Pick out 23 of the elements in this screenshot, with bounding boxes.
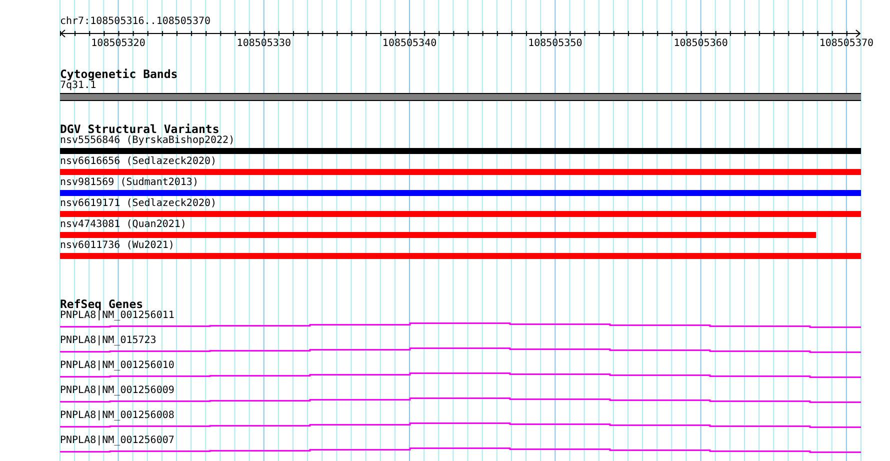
band-label: 7q31.1: [60, 80, 96, 91]
tick-label: 108505370: [819, 38, 874, 49]
tick-label: 108505330: [236, 38, 291, 49]
gene-label: PNPLA8|NM_015723: [60, 335, 156, 346]
track-title: RefSeq Genes: [60, 298, 144, 310]
tick-label: 108505360: [674, 38, 728, 49]
gene-label: PNPLA8|NM_001256008: [60, 410, 174, 421]
variant-label: nsv6619171 (Sedlazeck2020): [60, 198, 217, 209]
gene-label: PNPLA8|NM_001256007: [60, 435, 174, 446]
tick-label: 108505350: [528, 38, 582, 49]
variant-label: nsv4743081 (Quan2021): [60, 219, 186, 230]
gene-label: PNPLA8|NM_001256010: [60, 360, 174, 371]
variant-label: nsv6616656 (Sedlazeck2020): [60, 156, 217, 167]
track-title: DGV Structural Variants: [60, 123, 220, 135]
variant-label: nsv6011736 (Wu2021): [60, 240, 174, 251]
gene-label: PNPLA8|NM_001256009: [60, 385, 174, 396]
gene-label: PNPLA8|NM_001256011: [60, 310, 174, 321]
location-label: chr7:108505316..108505370: [60, 16, 212, 28]
track-title: Cytogenetic Bands: [60, 68, 179, 80]
tick-label: 108505320: [91, 38, 146, 49]
variant-label: nsv5556846 (ByrskaBishop2022): [60, 135, 235, 146]
tick-label: 108505340: [382, 38, 437, 49]
variant-label: nsv981569 (Sudmant2013): [60, 177, 198, 188]
